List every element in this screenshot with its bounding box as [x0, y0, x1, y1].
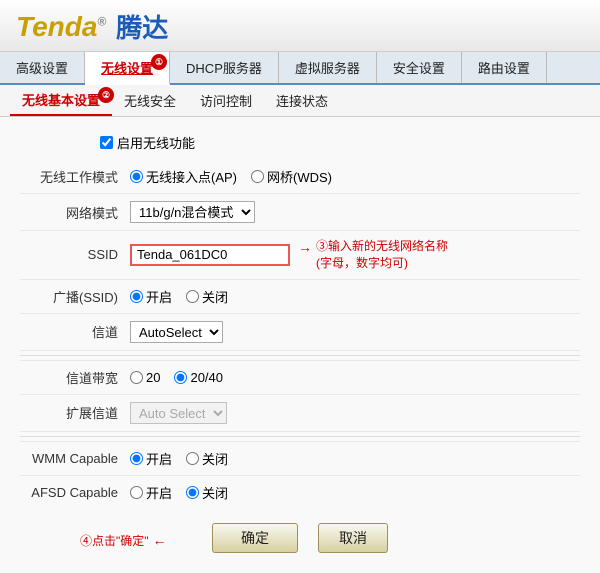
nav-annotation-1: ① — [151, 54, 167, 70]
wmm-on-label[interactable]: 开启 — [130, 449, 172, 468]
ssid-container: → ③输入新的无线网络名称 (字母，数字均可) — [130, 238, 580, 272]
ssid-hint-arrow: → — [298, 238, 312, 256]
work-mode-label: 无线工作模式 — [20, 160, 130, 194]
bandwidth-2040-radio[interactable] — [174, 371, 187, 384]
ssid-value: → ③输入新的无线网络名称 (字母，数字均可) — [130, 231, 580, 280]
nav-item-dhcp[interactable]: DHCP服务器 — [170, 52, 279, 83]
wmm-on-radio[interactable] — [130, 452, 143, 465]
wmm-row: WMM Capable 开启 关闭 — [20, 441, 580, 475]
work-mode-wds-radio[interactable] — [251, 170, 264, 183]
broadcast-off-radio[interactable] — [186, 290, 199, 303]
work-mode-ap-radio[interactable] — [130, 170, 143, 183]
channel-select[interactable]: AutoSelect — [130, 321, 223, 343]
nav-item-security[interactable]: 安全设置 — [377, 52, 462, 83]
ssid-input[interactable] — [130, 244, 290, 266]
wmm-off-label[interactable]: 关闭 — [186, 449, 228, 468]
nav-item-routing[interactable]: 路由设置 — [462, 52, 547, 83]
nav-item-wireless[interactable]: 无线设置 ① — [85, 52, 170, 85]
logo-tenda: Tenda® — [16, 11, 106, 43]
bandwidth-20-radio[interactable] — [130, 371, 143, 384]
ext-channel-value: Auto Select — [130, 394, 580, 431]
enable-row: 启用无线功能 — [20, 127, 580, 160]
broadcast-value: 开启 关闭 — [130, 279, 580, 313]
settings-form: 无线工作模式 无线接入点(AP) 网桥(WDS) 网络模式 — [20, 160, 580, 509]
bandwidth-radio-group: 20 20/40 — [130, 370, 580, 385]
bandwidth-row: 信道带宽 20 20/40 — [20, 360, 580, 394]
broadcast-off-label[interactable]: 关闭 — [186, 287, 228, 306]
work-mode-ap-label[interactable]: 无线接入点(AP) — [130, 167, 237, 186]
hint-arrow-icon: ← — [153, 532, 167, 548]
logo-chinese: 腾达 — [116, 8, 168, 45]
afsd-off-radio[interactable] — [186, 486, 199, 499]
afsd-value: 开启 关闭 — [130, 475, 580, 509]
bandwidth-20-label[interactable]: 20 — [130, 370, 160, 385]
afsd-radio-group: 开启 关闭 — [130, 483, 580, 502]
channel-value: AutoSelect — [130, 313, 580, 350]
spacer-row — [20, 350, 580, 360]
work-mode-radio-group: 无线接入点(AP) 网桥(WDS) — [130, 167, 580, 186]
wmm-value: 开启 关闭 — [130, 441, 580, 475]
afsd-on-label[interactable]: 开启 — [130, 483, 172, 502]
enable-wifi-checkbox[interactable] — [100, 136, 113, 149]
sub-nav: 无线基本设置 ② 无线安全 访问控制 连接状态 — [0, 85, 600, 117]
network-mode-value: 11b/g/n混合模式 — [130, 194, 580, 231]
wmm-radio-group: 开启 关闭 — [130, 449, 580, 468]
ssid-label: SSID — [20, 231, 130, 280]
afsd-label: AFSD Capable — [20, 475, 130, 509]
content: 启用无线功能 无线工作模式 无线接入点(AP) 网桥(WDS) — [0, 117, 600, 573]
confirm-hint: ④点击"确定" ← — [80, 532, 167, 549]
ext-channel-container: Auto Select — [130, 402, 580, 424]
confirm-button[interactable]: 确定 — [212, 523, 298, 553]
sub-nav-access[interactable]: 访问控制 — [188, 86, 264, 115]
wmm-off-radio[interactable] — [186, 452, 199, 465]
bandwidth-value: 20 20/40 — [130, 360, 580, 394]
network-mode-row: 网络模式 11b/g/n混合模式 — [20, 194, 580, 231]
bandwidth-2040-label[interactable]: 20/40 — [174, 370, 223, 385]
cancel-button[interactable]: 取消 — [318, 523, 388, 553]
ssid-hint-text: ③输入新的无线网络名称 (字母，数字均可) — [316, 238, 448, 272]
nav-item-advanced[interactable]: 高级设置 — [0, 52, 85, 83]
broadcast-radio-group: 开启 关闭 — [130, 287, 580, 306]
enable-wifi-label[interactable]: 启用无线功能 — [117, 133, 195, 152]
main-nav: 高级设置 无线设置 ① DHCP服务器 虚拟服务器 安全设置 路由设置 — [0, 52, 600, 85]
ext-channel-label: 扩展信道 — [20, 394, 130, 431]
work-mode-row: 无线工作模式 无线接入点(AP) 网桥(WDS) — [20, 160, 580, 194]
bandwidth-label: 信道带宽 — [20, 360, 130, 394]
network-mode-label: 网络模式 — [20, 194, 130, 231]
sub-nav-status[interactable]: 连接状态 — [264, 86, 340, 115]
ssid-hint: → ③输入新的无线网络名称 (字母，数字均可) — [298, 238, 448, 272]
sub-nav-security[interactable]: 无线安全 — [112, 86, 188, 115]
header: Tenda® 腾达 — [0, 0, 600, 52]
button-row: ④点击"确定" ← 确定 取消 — [20, 511, 580, 563]
broadcast-row: 广播(SSID) 开启 关闭 — [20, 279, 580, 313]
channel-label: 信道 — [20, 313, 130, 350]
work-mode-wds-label[interactable]: 网桥(WDS) — [251, 167, 332, 186]
nav-item-virtual[interactable]: 虚拟服务器 — [279, 52, 377, 83]
ssid-row: SSID → ③输入新的无线网络名称 (字母，数字均可) — [20, 231, 580, 280]
broadcast-on-label[interactable]: 开启 — [130, 287, 172, 306]
wmm-label: WMM Capable — [20, 441, 130, 475]
ext-channel-select: Auto Select — [130, 402, 227, 424]
ext-channel-row: 扩展信道 Auto Select — [20, 394, 580, 431]
broadcast-label: 广播(SSID) — [20, 279, 130, 313]
afsd-off-label[interactable]: 关闭 — [186, 483, 228, 502]
network-mode-select[interactable]: 11b/g/n混合模式 — [130, 201, 255, 223]
channel-row: 信道 AutoSelect — [20, 313, 580, 350]
sub-nav-basic[interactable]: 无线基本设置 ② — [10, 85, 112, 116]
broadcast-on-radio[interactable] — [130, 290, 143, 303]
spacer-row-2 — [20, 431, 580, 441]
work-mode-value: 无线接入点(AP) 网桥(WDS) — [130, 160, 580, 194]
afsd-row: AFSD Capable 开启 关闭 — [20, 475, 580, 509]
afsd-on-radio[interactable] — [130, 486, 143, 499]
